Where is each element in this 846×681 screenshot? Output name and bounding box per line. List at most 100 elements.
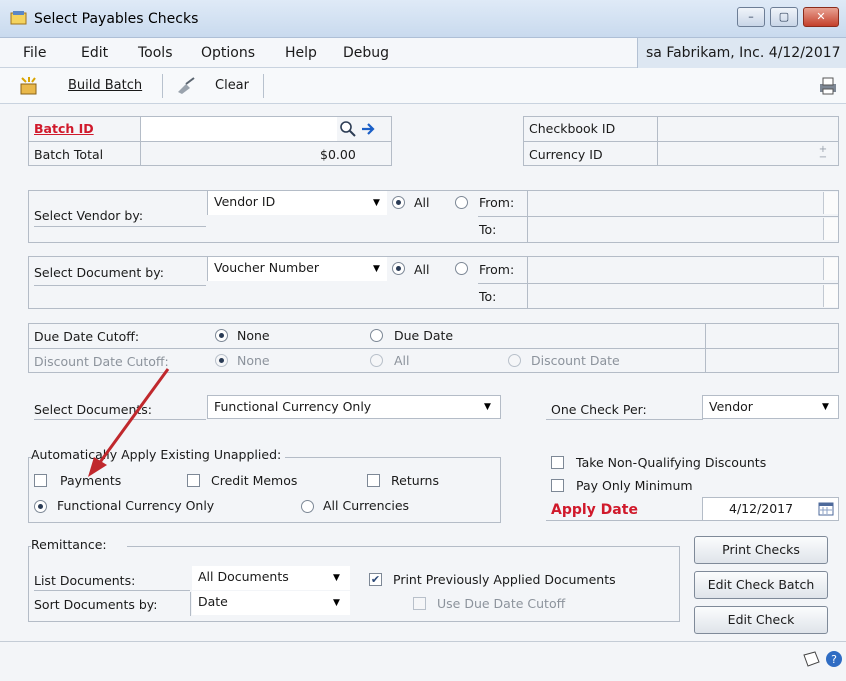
build-batch-button[interactable]: Build Batch bbox=[68, 78, 142, 93]
checkbook-id-field bbox=[658, 117, 838, 141]
help-icon[interactable]: ? bbox=[825, 650, 843, 668]
batch-id-label[interactable]: Batch ID bbox=[34, 121, 94, 136]
document-to-label: To: bbox=[479, 289, 497, 304]
clear-icon[interactable] bbox=[176, 77, 198, 95]
chevron-down-icon[interactable]: ▼ bbox=[484, 402, 491, 412]
menu-tools[interactable]: Tools bbox=[138, 45, 173, 61]
list-documents-dropdown[interactable]: All Documents bbox=[192, 566, 350, 590]
payments-checkbox[interactable] bbox=[34, 474, 47, 487]
print-checks-button[interactable]: Print Checks bbox=[694, 536, 828, 564]
document-all-radio[interactable] bbox=[392, 262, 405, 275]
divider bbox=[705, 323, 706, 373]
checkbook-id-label: Checkbook ID bbox=[529, 121, 616, 136]
due-date-label: Due Date bbox=[394, 328, 454, 343]
menu-debug[interactable]: Debug bbox=[343, 45, 389, 61]
calendar-icon[interactable] bbox=[818, 501, 834, 516]
document-from-label: From: bbox=[479, 262, 515, 277]
functional-currency-radio[interactable] bbox=[34, 500, 47, 513]
apply-date-label: Apply Date bbox=[551, 502, 638, 518]
vendor-from-label: From: bbox=[479, 195, 515, 210]
currency-id-field bbox=[658, 142, 838, 166]
document-from-radio[interactable] bbox=[455, 262, 468, 275]
minimize-button[interactable]: – bbox=[737, 7, 765, 27]
due-date-cutoff-label: Due Date Cutoff: bbox=[34, 329, 140, 344]
menu-help[interactable]: Help bbox=[285, 45, 317, 61]
one-check-per-dropdown[interactable]: Vendor bbox=[702, 395, 839, 419]
lookup-icon[interactable] bbox=[338, 119, 358, 139]
divider bbox=[478, 283, 839, 284]
chevron-down-icon[interactable]: ▼ bbox=[373, 264, 380, 274]
discount-none-radio bbox=[215, 354, 228, 367]
divider bbox=[478, 216, 528, 217]
pay-only-minimum-checkbox[interactable] bbox=[551, 479, 564, 492]
batch-total-value: $0.00 bbox=[320, 147, 356, 162]
toolbar-separator bbox=[263, 74, 264, 98]
vendor-to-label: To: bbox=[479, 222, 497, 237]
close-button[interactable]: ✕ bbox=[803, 7, 839, 27]
document-all-label: All bbox=[414, 262, 430, 277]
select-documents-label: Select Documents: bbox=[34, 402, 153, 417]
divider bbox=[34, 419, 206, 420]
vendor-all-label: All bbox=[414, 195, 430, 210]
credit-memos-label: Credit Memos bbox=[211, 473, 298, 488]
select-documents-dropdown[interactable]: Functional Currency Only bbox=[207, 395, 501, 419]
maximize-button[interactable]: ▢ bbox=[770, 7, 798, 27]
all-currencies-radio[interactable] bbox=[301, 500, 314, 513]
print-previously-applied-label: Print Previously Applied Documents bbox=[393, 572, 616, 587]
sort-documents-dropdown[interactable]: Date bbox=[192, 591, 350, 615]
batch-id-input[interactable] bbox=[141, 117, 337, 141]
list-documents-label: List Documents: bbox=[34, 573, 136, 588]
print-icon[interactable] bbox=[818, 77, 838, 95]
use-due-date-cutoff-checkbox bbox=[413, 597, 426, 610]
clear-button[interactable]: Clear bbox=[215, 78, 249, 93]
credit-memos-checkbox[interactable] bbox=[187, 474, 200, 487]
chevron-down-icon[interactable]: ▼ bbox=[333, 573, 340, 583]
batch-total-label: Batch Total bbox=[34, 147, 104, 162]
edit-check-batch-button[interactable]: Edit Check Batch bbox=[694, 571, 828, 599]
menu-options[interactable]: Options bbox=[201, 45, 255, 61]
payments-label: Payments bbox=[60, 473, 122, 488]
take-non-qualifying-label: Take Non-Qualifying Discounts bbox=[576, 455, 767, 470]
window-title: Select Payables Checks bbox=[34, 11, 199, 27]
discount-date-label: Discount Date bbox=[531, 353, 620, 368]
vendor-by-dropdown[interactable]: Vendor ID bbox=[207, 191, 387, 215]
auto-apply-title: Automatically Apply Existing Unapplied: bbox=[31, 447, 286, 462]
status-bar bbox=[0, 641, 846, 681]
select-vendor-label: Select Vendor by: bbox=[34, 208, 144, 223]
chevron-down-icon[interactable]: ▼ bbox=[822, 402, 829, 412]
document-to-scroll[interactable] bbox=[823, 285, 838, 307]
divider bbox=[28, 141, 392, 142]
vendor-all-radio[interactable] bbox=[392, 196, 405, 209]
document-from-scroll[interactable] bbox=[823, 258, 838, 280]
build-batch-icon[interactable] bbox=[18, 76, 40, 96]
edit-check-button[interactable]: Edit Check bbox=[694, 606, 828, 634]
returns-label: Returns bbox=[391, 473, 439, 488]
one-check-per-label: One Check Per: bbox=[551, 402, 647, 417]
due-none-radio[interactable] bbox=[215, 329, 228, 342]
vendor-from-scroll[interactable] bbox=[823, 192, 838, 214]
discount-all-label: All bbox=[394, 353, 410, 368]
sort-documents-label: Sort Documents by: bbox=[34, 597, 158, 612]
returns-checkbox[interactable] bbox=[367, 474, 380, 487]
divider bbox=[527, 216, 839, 217]
divider bbox=[34, 590, 190, 591]
chevron-down-icon[interactable]: ▼ bbox=[333, 598, 340, 608]
chevron-down-icon[interactable]: ▼ bbox=[373, 198, 380, 208]
menu-file[interactable]: File bbox=[23, 45, 46, 61]
auto-apply-group bbox=[28, 457, 501, 523]
vendor-to-scroll[interactable] bbox=[823, 218, 838, 240]
expand-arrow-icon[interactable] bbox=[360, 119, 376, 139]
due-date-radio[interactable] bbox=[370, 329, 383, 342]
note-icon[interactable] bbox=[801, 650, 821, 668]
document-by-dropdown[interactable]: Voucher Number bbox=[207, 257, 387, 281]
discount-date-cutoff-label: Discount Date Cutoff: bbox=[34, 354, 169, 369]
pay-only-minimum-label: Pay Only Minimum bbox=[576, 478, 693, 493]
all-currencies-label: All Currencies bbox=[323, 498, 410, 513]
discount-all-radio bbox=[370, 354, 383, 367]
currency-id-label: Currency ID bbox=[529, 147, 603, 162]
divider bbox=[546, 419, 703, 420]
vendor-from-radio[interactable] bbox=[455, 196, 468, 209]
print-previously-applied-checkbox[interactable]: ✔ bbox=[369, 573, 382, 586]
take-non-qualifying-checkbox[interactable] bbox=[551, 456, 564, 469]
menu-edit[interactable]: Edit bbox=[81, 45, 108, 61]
